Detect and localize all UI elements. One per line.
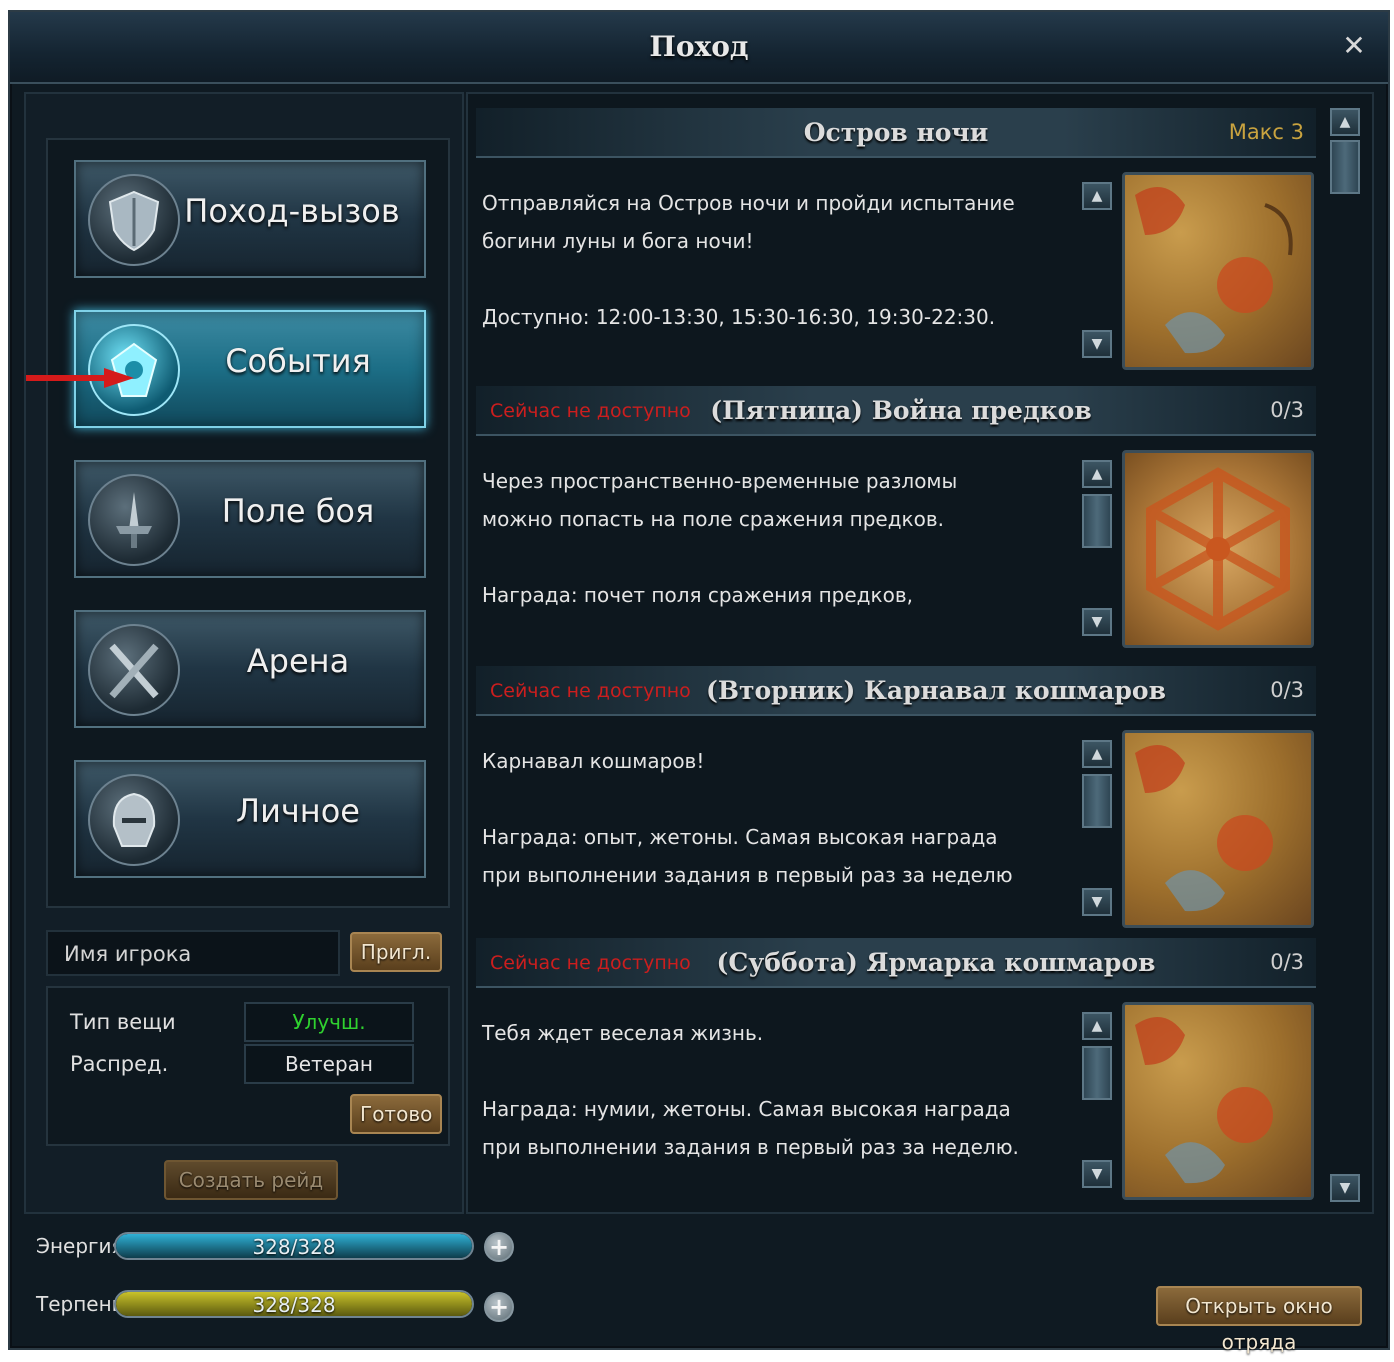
nav-label-battlefield: Поле боя <box>221 492 375 530</box>
event-title: (Вторник) Карнавал кошмаров <box>706 676 1166 705</box>
event-map-image <box>1122 172 1314 370</box>
event-body: Тебя ждет веселая жизнь. Награда: нумии,… <box>476 998 1316 1212</box>
event-map-image <box>1122 450 1314 648</box>
scroll-down-icon[interactable]: ▼ <box>1082 608 1112 636</box>
event-count: 0/3 <box>1270 678 1304 702</box>
event-section: Остров ночи Макс 3 Отправляйся на Остров… <box>476 108 1316 378</box>
event-body: Отправляйся на Остров ночи и пройди испы… <box>476 168 1316 382</box>
nav-menu: Поход-вызов События Поле боя Арена Лично… <box>46 138 450 908</box>
add-energy-icon[interactable]: + <box>484 1232 514 1262</box>
description-scrollbar[interactable]: ▲ ▼ <box>1082 740 1112 916</box>
event-section: Сейчас не доступно (Пятница) Война предк… <box>476 386 1316 656</box>
event-title: (Пятница) Война предков <box>710 396 1092 425</box>
player-name-input[interactable]: Имя игрока <box>46 930 340 976</box>
red-arrow-icon <box>26 368 134 388</box>
nav-label-personal: Личное <box>236 792 360 830</box>
invite-button[interactable]: Пригл. <box>350 932 442 972</box>
energy-value: 328/328 <box>252 1235 336 1259</box>
event-description: Отправляйся на Остров ночи и пройди испы… <box>482 191 1015 329</box>
description-scrollbar[interactable]: ▲ ▼ <box>1082 460 1112 636</box>
event-count: 0/3 <box>1270 950 1304 974</box>
scroll-down-icon[interactable]: ▼ <box>1082 888 1112 916</box>
scroll-up-icon[interactable]: ▲ <box>1082 182 1112 210</box>
scroll-up-icon[interactable]: ▲ <box>1330 108 1360 136</box>
event-body: Через пространственно-временные разломы … <box>476 446 1316 660</box>
event-description: Через пространственно-временные разломы … <box>482 469 958 607</box>
description-scrollbar[interactable]: ▲ ▼ <box>1082 182 1112 358</box>
distribution-select[interactable]: Ветеран <box>244 1044 414 1084</box>
scroll-thumb[interactable] <box>1082 494 1112 548</box>
sword-icon <box>88 474 180 566</box>
event-description: Тебя ждет веселая жизнь. Награда: нумии,… <box>482 1021 1019 1159</box>
events-scrollbar[interactable]: ▲ ▼ <box>1330 108 1360 1204</box>
event-header: Сейчас не доступно (Суббота) Ярмарка кош… <box>476 938 1316 988</box>
scroll-up-icon[interactable]: ▲ <box>1082 460 1112 488</box>
scroll-up-icon[interactable]: ▲ <box>1082 1012 1112 1040</box>
scroll-thumb[interactable] <box>1082 774 1112 828</box>
event-map-image <box>1122 1002 1314 1200</box>
event-count: 0/3 <box>1270 398 1304 422</box>
event-section: Сейчас не доступно (Суббота) Ярмарка кош… <box>476 938 1316 1208</box>
ready-button[interactable]: Готово <box>350 1094 442 1134</box>
item-type-label: Тип вещи <box>70 1010 176 1034</box>
close-icon[interactable]: ✕ <box>1338 30 1370 62</box>
nav-button-arena[interactable]: Арена <box>74 610 426 728</box>
event-title: (Суббота) Ярмарка кошмаров <box>716 948 1156 977</box>
nav-label-challenge: Поход-вызов <box>184 192 400 230</box>
nav-label-arena: Арена <box>246 642 350 680</box>
event-header: Сейчас не доступно (Пятница) Война предк… <box>476 386 1316 436</box>
events-panel: Остров ночи Макс 3 Отправляйся на Остров… <box>466 92 1374 1214</box>
event-body: Карнавал кошмаров! Награда: опыт, жетоны… <box>476 726 1316 940</box>
item-type-select[interactable]: Улучш. <box>244 1002 414 1042</box>
window-title: Поход <box>649 30 749 63</box>
add-patience-icon[interactable]: + <box>484 1292 514 1322</box>
distribution-label: Распред. <box>70 1052 169 1076</box>
nav-button-personal[interactable]: Личное <box>74 760 426 878</box>
patience-bar: 328/328 <box>114 1290 474 1318</box>
scroll-thumb[interactable] <box>1330 140 1360 194</box>
nav-label-events: События <box>225 342 371 380</box>
crossed-swords-icon <box>88 624 180 716</box>
description-scrollbar[interactable]: ▲ ▼ <box>1082 1012 1112 1188</box>
nav-button-battlefield[interactable]: Поле боя <box>74 460 426 578</box>
nav-button-challenge[interactable]: Поход-вызов <box>74 160 426 278</box>
campaign-window: Поход ✕ Поход-вызов События Поле боя Аре… <box>8 10 1390 1354</box>
open-squad-window-button[interactable]: Открыть окно отряда <box>1156 1286 1362 1354</box>
player-invite-row: Имя игрока Пригл. <box>46 930 456 976</box>
scroll-down-icon[interactable]: ▼ <box>1082 330 1112 358</box>
scroll-thumb[interactable] <box>1082 1046 1112 1100</box>
title-bar: Поход ✕ <box>10 12 1388 84</box>
event-max: Макс 3 <box>1228 120 1304 144</box>
event-header: Сейчас не доступно (Вторник) Карнавал ко… <box>476 666 1316 716</box>
patience-value: 328/328 <box>252 1293 336 1317</box>
event-title: Остров ночи <box>803 118 989 147</box>
scroll-up-icon[interactable]: ▲ <box>1082 740 1112 768</box>
scroll-down-icon[interactable]: ▼ <box>1082 1160 1112 1188</box>
event-description: Карнавал кошмаров! Награда: опыт, жетоны… <box>482 749 1013 887</box>
energy-bar: 328/328 <box>114 1232 474 1260</box>
left-panel: Поход-вызов События Поле боя Арена Лично… <box>24 92 464 1214</box>
event-section: Сейчас не доступно (Вторник) Карнавал ко… <box>476 666 1316 936</box>
energy-label: Энергия <box>36 1234 124 1258</box>
helmet-icon <box>88 774 180 866</box>
scroll-down-icon[interactable]: ▼ <box>1330 1174 1360 1202</box>
create-raid-button[interactable]: Создать рейд <box>164 1160 338 1200</box>
event-map-image <box>1122 730 1314 928</box>
event-header: Остров ночи Макс 3 <box>476 108 1316 158</box>
loot-settings: Тип вещи Улучш. Распред. Ветеран Готово <box>46 986 450 1146</box>
